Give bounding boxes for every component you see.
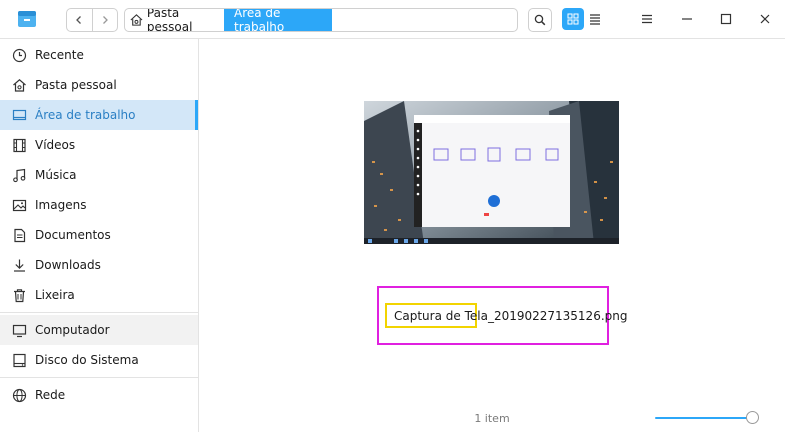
minimize-icon: [682, 18, 692, 20]
sidebar-item-label: Vídeos: [35, 138, 76, 152]
sidebar-item-label: Área de trabalho: [35, 108, 136, 122]
sidebar-item-documents[interactable]: Documentos: [0, 220, 198, 250]
desktop-icon: [11, 107, 27, 123]
sidebar-item-label: Disco do Sistema: [35, 353, 139, 367]
forward-button[interactable]: [91, 9, 118, 31]
chevron-left-icon: [76, 16, 82, 24]
trash-icon: [11, 287, 27, 303]
list-view-button[interactable]: [584, 8, 606, 30]
breadcrumb: Pasta pessoal Área de trabalho: [124, 8, 518, 32]
menu-button[interactable]: [636, 8, 658, 30]
network-icon: [11, 387, 27, 403]
breadcrumb-home[interactable]: Pasta pessoal: [125, 9, 223, 31]
sidebar-divider: [0, 377, 198, 378]
sidebar-item-label: Pasta pessoal: [35, 78, 117, 92]
status-bar: 1 item: [199, 405, 785, 432]
sidebar-item-label: Computador: [35, 323, 110, 337]
image-icon: [11, 197, 27, 213]
clock-icon: [11, 47, 27, 63]
minimize-button[interactable]: [676, 8, 698, 30]
sidebar-item-desktop[interactable]: Área de trabalho: [0, 100, 198, 130]
sidebar-item-recent[interactable]: Recente: [0, 40, 198, 70]
sidebar-item-network[interactable]: Rede: [0, 380, 198, 410]
music-note-icon: [11, 167, 27, 183]
back-button[interactable]: [67, 9, 92, 31]
sidebar-item-label: Rede: [35, 388, 66, 402]
view-mode-toggle: [562, 8, 606, 30]
home-icon: [130, 14, 143, 26]
close-button[interactable]: [754, 8, 776, 30]
search-icon: [534, 14, 546, 26]
zoom-slider-handle[interactable]: [746, 411, 759, 424]
sidebar-divider: [0, 312, 198, 313]
computer-icon: [11, 322, 27, 338]
sidebar: Recente Pasta pessoal Área de trabalho V…: [0, 39, 199, 432]
sidebar-item-computer[interactable]: Computador: [0, 315, 198, 345]
sidebar-item-images[interactable]: Imagens: [0, 190, 198, 220]
sidebar-item-system-disk[interactable]: Disco do Sistema: [0, 345, 198, 375]
icon-view-button[interactable]: [562, 8, 584, 30]
sidebar-item-downloads[interactable]: Downloads: [0, 250, 198, 280]
sidebar-item-label: Recente: [35, 48, 84, 62]
disk-icon: [11, 352, 27, 368]
sidebar-item-videos[interactable]: Vídeos: [0, 130, 198, 160]
navigation-buttons: [66, 8, 118, 32]
close-icon: [760, 14, 770, 24]
file-thumbnail[interactable]: [364, 101, 619, 244]
breadcrumb-home-label: Pasta pessoal: [146, 8, 193, 32]
file-name-label[interactable]: Captura de Tela_20190227135126.png: [394, 309, 627, 323]
sidebar-item-label: Lixeira: [35, 288, 75, 302]
home-icon: [11, 77, 27, 93]
grid-view-icon: [567, 13, 579, 25]
search-button[interactable]: [528, 8, 552, 32]
sidebar-item-label: Downloads: [35, 258, 101, 272]
maximize-icon: [720, 13, 732, 25]
sidebar-item-trash[interactable]: Lixeira: [0, 280, 198, 310]
maximize-button[interactable]: [715, 8, 737, 30]
sidebar-item-label: Documentos: [35, 228, 111, 242]
sidebar-item-label: Imagens: [35, 198, 87, 212]
file-manager-app-icon: [17, 9, 37, 29]
file-view: Captura de Tela_20190227135126.png 1 ite…: [199, 39, 785, 432]
screenshot-preview-image: [364, 101, 619, 244]
title-bar: Pasta pessoal Área de trabalho: [0, 0, 785, 39]
zoom-slider-track[interactable]: [655, 417, 755, 419]
sidebar-item-music[interactable]: Música: [0, 160, 198, 190]
film-icon: [11, 137, 27, 153]
download-icon: [11, 257, 27, 273]
breadcrumb-current[interactable]: Área de trabalho: [224, 9, 332, 31]
sidebar-item-home[interactable]: Pasta pessoal: [0, 70, 198, 100]
document-icon: [11, 227, 27, 243]
hamburger-menu-icon: [642, 14, 652, 24]
list-view-icon: [590, 14, 600, 25]
sidebar-item-label: Música: [35, 168, 77, 182]
chevron-right-icon: [102, 16, 108, 24]
